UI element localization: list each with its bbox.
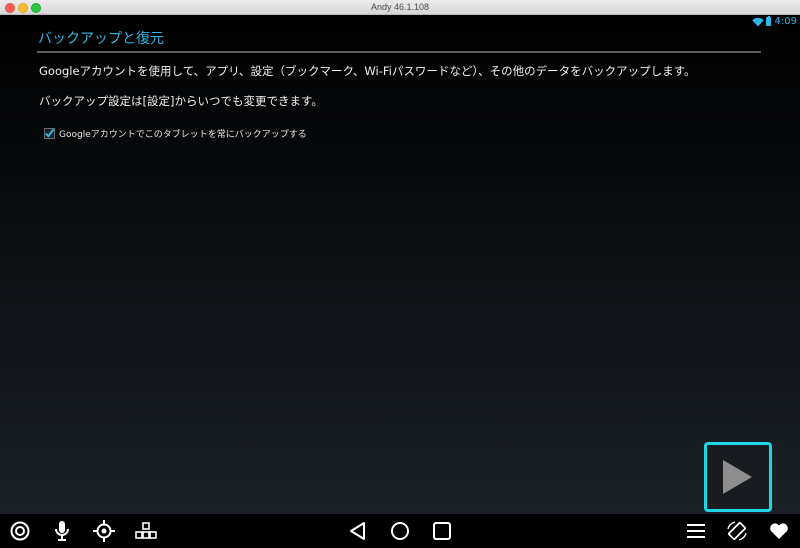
home-icon[interactable]	[389, 520, 411, 542]
backup-checkbox-row[interactable]: Googleアカウントでこのタブレットを常にバックアップする	[44, 126, 307, 140]
next-button[interactable]	[704, 442, 772, 512]
backup-checkbox[interactable]	[44, 127, 55, 139]
gps-crosshair-icon[interactable]	[93, 520, 115, 542]
settings-note-text: バックアップ設定は[設定]からいつでも変更できます。	[39, 94, 323, 108]
status-clock: 4:09	[774, 16, 797, 27]
back-icon[interactable]	[347, 520, 369, 542]
android-screen: 4:09 バックアップと復元 Googleアカウントを使用して、アプリ、設定（ブ…	[0, 15, 800, 514]
wifi-icon	[752, 17, 764, 27]
keyboard-keys-icon[interactable]	[135, 520, 157, 542]
rotate-icon[interactable]	[726, 520, 748, 542]
heart-icon[interactable]	[768, 520, 790, 542]
menu-icon[interactable]	[685, 520, 707, 542]
page-title: バックアップと復元	[38, 31, 164, 47]
navigation-bar	[0, 514, 800, 548]
microphone-icon[interactable]	[51, 520, 73, 542]
title-divider	[37, 51, 761, 53]
window-titlebar: Andy 46.1.108	[0, 0, 800, 15]
recents-icon[interactable]	[431, 520, 453, 542]
play-arrow-icon	[723, 460, 752, 494]
battery-icon	[766, 15, 771, 26]
target-icon[interactable]	[9, 520, 31, 542]
backup-checkbox-label: Googleアカウントでこのタブレットを常にバックアップする	[59, 129, 307, 140]
status-bar: 4:09	[740, 15, 800, 29]
window-title: Andy 46.1.108	[370, 2, 430, 12]
description-text: Googleアカウントを使用して、アプリ、設定（ブックマーク、Wi-Fiパスワー…	[39, 64, 696, 78]
